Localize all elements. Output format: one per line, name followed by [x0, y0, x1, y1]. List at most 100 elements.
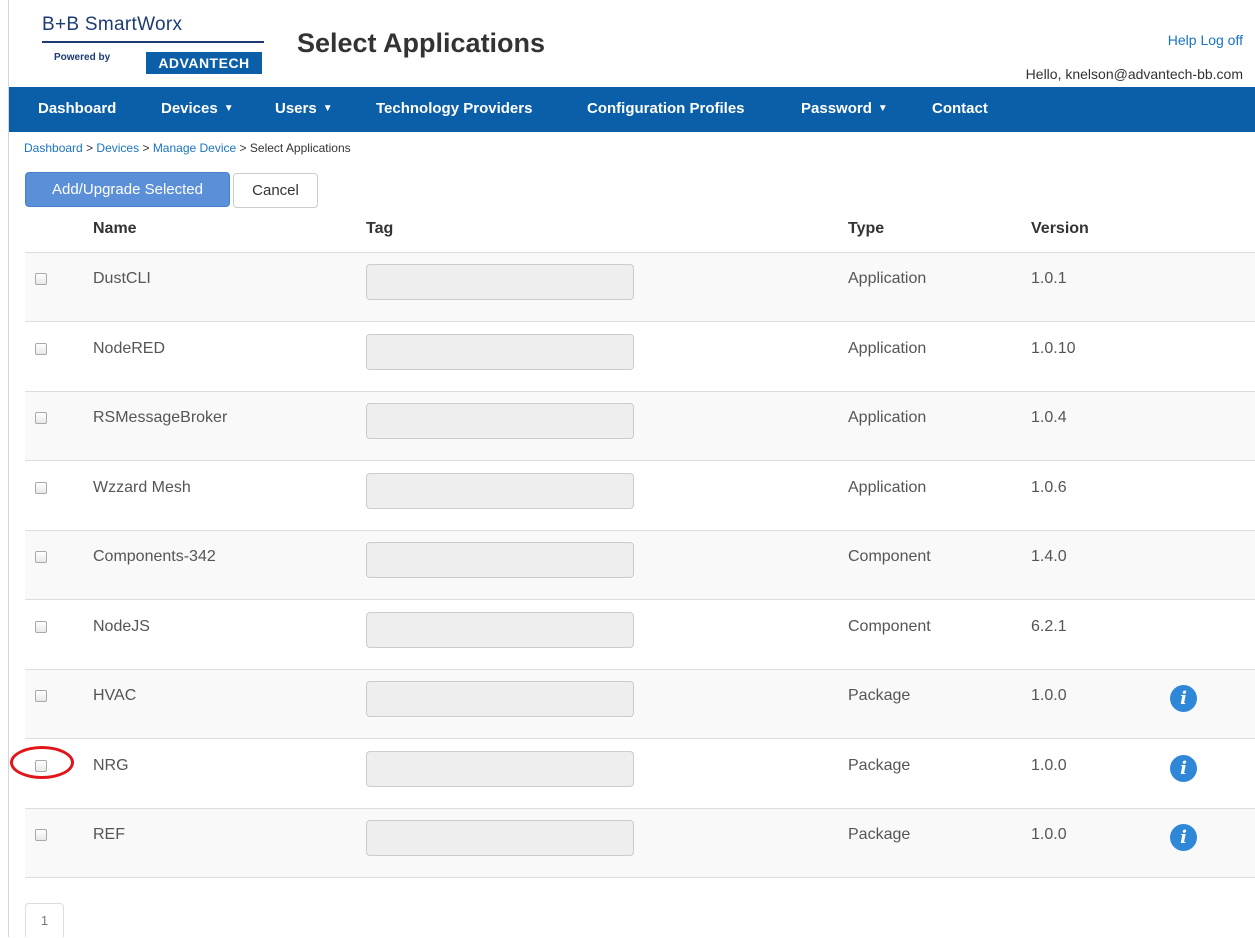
cell-name: NRG: [93, 756, 129, 774]
table-row: DustCLI Application 1.0.1: [25, 253, 1255, 322]
add-upgrade-selected-button[interactable]: Add/Upgrade Selected: [25, 172, 230, 207]
info-icon[interactable]: i: [1170, 824, 1197, 851]
table-row: Wzzard Mesh Application 1.0.6: [25, 462, 1255, 531]
breadcrumb-separator: >: [142, 141, 150, 155]
breadcrumb: Dashboard > Devices > Manage Device > Se…: [24, 141, 351, 155]
tag-input[interactable]: [366, 611, 634, 648]
table-row: NRG Package 1.0.0 i: [25, 740, 1255, 809]
cell-type: Package: [848, 826, 911, 843]
nav-dashboard[interactable]: Dashboard: [38, 87, 116, 132]
cell-version: 1.0.10: [1031, 339, 1076, 357]
cell-type: Application: [848, 270, 927, 287]
user-greeting: Hello, knelson@advantech-bb.com: [1025, 66, 1243, 82]
cell-name: DustCLI: [93, 270, 151, 287]
help-link[interactable]: Help: [1168, 32, 1197, 48]
nav-users[interactable]: Users ▼: [275, 87, 333, 132]
cell-version: 1.0.0: [1031, 687, 1067, 704]
logo-brand-text: B+B SmartWorx: [42, 14, 183, 35]
info-icon[interactable]: i: [1170, 685, 1197, 712]
main-navbar: Dashboard Devices ▼ Users ▼ Technology Pro…: [9, 87, 1255, 132]
cell-type: Application: [848, 339, 927, 357]
nav-label: Contact: [932, 100, 988, 117]
tag-input[interactable]: [366, 820, 634, 856]
cell-version: 1.0.4: [1031, 409, 1067, 426]
row-checkbox[interactable]: [35, 551, 47, 563]
cell-version: 1.0.6: [1031, 478, 1067, 496]
row-checkbox[interactable]: [35, 829, 47, 841]
caret-down-icon: ▼: [877, 103, 888, 114]
brand-logo[interactable]: B+B SmartWorx Powered by ADVANTECH: [42, 14, 264, 76]
nav-label: Devices: [161, 100, 218, 117]
breadcrumb-devices[interactable]: Devices: [96, 141, 139, 155]
row-checkbox[interactable]: [35, 759, 47, 772]
column-header-version[interactable]: Version: [1031, 220, 1089, 238]
breadcrumb-separator: >: [86, 141, 94, 155]
logoff-link[interactable]: Log off: [1200, 32, 1243, 48]
table-row: RSMessageBroker Application 1.0.4: [25, 392, 1255, 461]
cell-name: HVAC: [93, 687, 137, 704]
tag-input[interactable]: [366, 542, 634, 578]
page-left-border: [8, 0, 9, 937]
breadcrumb-manage-device[interactable]: Manage Device: [153, 141, 236, 155]
nav-password[interactable]: Password ▼: [801, 87, 888, 132]
nav-label: Dashboard: [38, 100, 117, 117]
table-row: NodeRED Application 1.0.10: [25, 323, 1255, 392]
nav-label: Users: [275, 100, 317, 117]
caret-down-icon: ▼: [223, 103, 234, 114]
nav-technology-providers[interactable]: Technology Providers: [376, 87, 532, 132]
nav-label: Password: [801, 100, 872, 117]
cell-type: Package: [848, 687, 911, 704]
cell-name: NodeJS: [93, 617, 150, 635]
cell-type: Component: [848, 617, 931, 635]
cell-type: Package: [848, 756, 911, 774]
cell-version: 6.2.1: [1031, 617, 1067, 635]
cell-version: 1.0.0: [1031, 756, 1067, 774]
cell-type: Application: [848, 409, 927, 426]
nav-configuration-profiles[interactable]: Configuration Profiles: [587, 87, 745, 132]
nav-label: Configuration Profiles: [587, 100, 745, 117]
logo-partner: ADVANTECH: [146, 52, 262, 74]
row-checkbox[interactable]: [35, 273, 47, 285]
cell-name: RSMessageBroker: [93, 409, 228, 426]
cell-type: Component: [848, 548, 931, 565]
header: B+B SmartWorx Powered by ADVANTECH Selec…: [0, 0, 1255, 87]
row-checkbox[interactable]: [35, 412, 47, 424]
cell-name: NodeRED: [93, 339, 166, 357]
nav-label: Technology Providers: [376, 100, 533, 117]
cell-version: 1.4.0: [1031, 548, 1067, 565]
tag-input[interactable]: [366, 750, 634, 787]
tag-input[interactable]: [366, 472, 634, 509]
tag-input[interactable]: [366, 403, 634, 439]
table-row: REF Package 1.0.0 i: [25, 809, 1255, 878]
column-header-type[interactable]: Type: [848, 220, 884, 238]
logo-powered-by: Powered by: [54, 52, 111, 63]
row-checkbox[interactable]: [35, 481, 47, 494]
breadcrumb-separator: >: [239, 141, 247, 155]
tag-input[interactable]: [366, 681, 634, 717]
cell-name: REF: [93, 826, 125, 843]
nav-devices[interactable]: Devices ▼: [161, 87, 234, 132]
cell-name: Components-342: [93, 548, 216, 565]
column-header-name[interactable]: Name: [93, 220, 137, 238]
info-icon[interactable]: i: [1170, 754, 1197, 782]
logo-divider: [42, 41, 264, 43]
tag-input[interactable]: [366, 333, 634, 370]
cell-name: Wzzard Mesh: [93, 478, 191, 496]
row-checkbox[interactable]: [35, 342, 47, 355]
table-row: NodeJS Component 6.2.1: [25, 601, 1255, 670]
nav-contact[interactable]: Contact: [932, 87, 988, 132]
caret-down-icon: ▼: [322, 103, 333, 114]
column-header-tag[interactable]: Tag: [366, 220, 393, 238]
table-row: HVAC Package 1.0.0 i: [25, 670, 1255, 739]
cancel-button[interactable]: Cancel: [233, 173, 318, 208]
breadcrumb-current: Select Applications: [249, 141, 351, 155]
cell-version: 1.0.1: [1031, 270, 1067, 287]
row-checkbox[interactable]: [35, 690, 47, 702]
row-checkbox[interactable]: [35, 620, 47, 633]
cell-version: 1.0.0: [1031, 826, 1067, 843]
tag-input[interactable]: [366, 264, 634, 300]
page-title: Select Applications: [297, 28, 546, 58]
breadcrumb-dashboard[interactable]: Dashboard: [24, 141, 83, 155]
pagination-page-1[interactable]: 1: [25, 903, 64, 937]
table-row: Components-342 Component 1.4.0: [25, 531, 1255, 600]
